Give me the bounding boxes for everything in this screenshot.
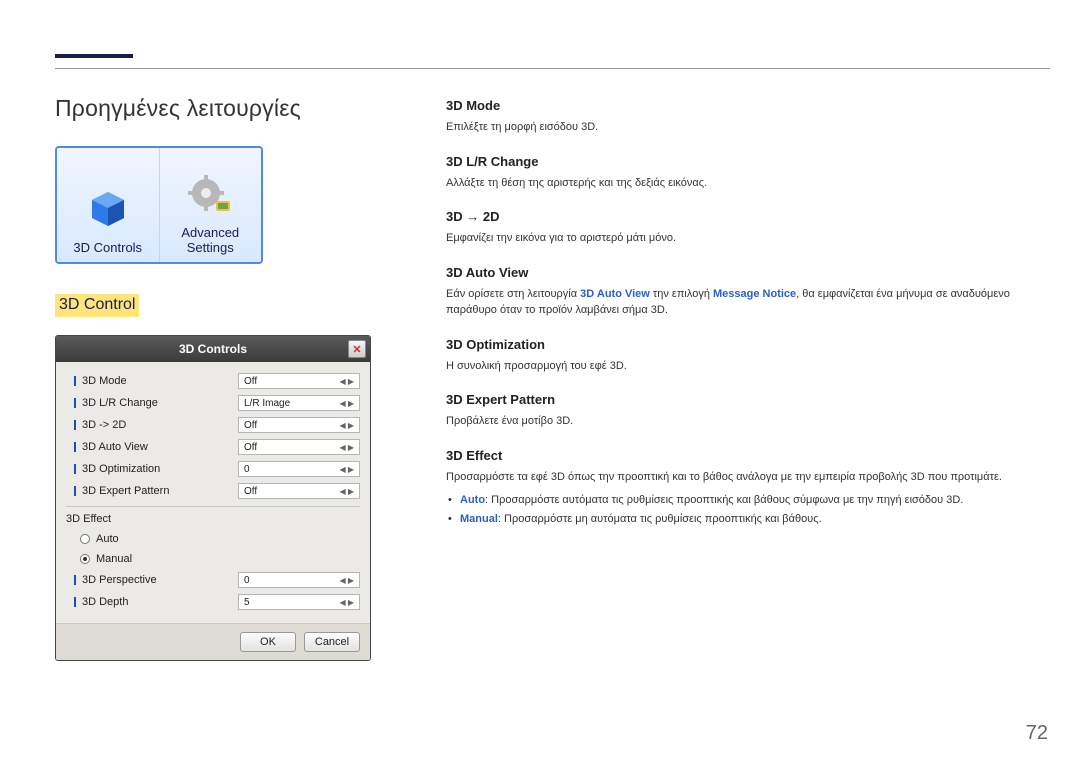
icon-label-line2: Settings (187, 240, 234, 256)
option-row[interactable]: 3D Depth 5◀ ▶ (66, 591, 360, 613)
list-item: Auto: Προσαρμόστε αυτόματα τις ρυθμίσεις… (460, 491, 1050, 510)
option-value[interactable]: L/R Image◀ ▶ (238, 395, 360, 411)
dialog-title: 3D Controls (179, 342, 247, 356)
option-label: 3D Depth (82, 596, 238, 608)
option-row[interactable]: 3D -> 2D Off◀ ▶ (66, 414, 360, 436)
option-row[interactable]: 3D L/R Change L/R Image◀ ▶ (66, 392, 360, 414)
option-value[interactable]: Off◀ ▶ (238, 439, 360, 455)
option-row[interactable]: 3D Auto View Off◀ ▶ (66, 436, 360, 458)
icon-cell-3d-controls[interactable]: 3D Controls (57, 148, 159, 262)
dialog-titlebar: 3D Controls ✕ (56, 336, 370, 362)
option-row[interactable]: 3D Perspective 0◀ ▶ (66, 569, 360, 591)
desc-3d-effect: Προσαρμόστε τα εφέ 3D όπως την προοπτική… (446, 469, 1050, 486)
option-row[interactable]: 3D Mode Off◀ ▶ (66, 370, 360, 392)
desc-3d-expert-pattern: Προβάλετε ένα μοτίβο 3D. (446, 413, 1050, 430)
heading-3d-expert-pattern: 3D Expert Pattern (446, 392, 1050, 407)
dialog-button-bar: OK Cancel (56, 623, 370, 660)
radio-label: Auto (96, 533, 119, 545)
dialog-3d-controls: 3D Controls ✕ 3D Mode Off◀ ▶ 3D L/R Chan… (55, 335, 371, 661)
option-label: 3D L/R Change (82, 397, 238, 409)
option-label: 3D Mode (82, 375, 238, 387)
option-value[interactable]: 5◀ ▶ (238, 594, 360, 610)
radio-manual[interactable]: Manual (66, 549, 360, 569)
header-rule (55, 68, 1050, 69)
desc-3d-to-2d: Εμφανίζει την εικόνα για το αριστερό μάτ… (446, 230, 1050, 247)
heading-3d-auto-view: 3D Auto View (446, 265, 1050, 280)
feature-icon-row: 3D Controls Advanced Setting (55, 146, 263, 264)
left-column: Προηγμένες λειτουργίες 3D Controls (55, 95, 371, 661)
option-label: 3D Expert Pattern (82, 485, 238, 497)
page-number: 72 (1026, 722, 1048, 745)
cube-icon (84, 186, 132, 234)
heading-3d-optimization: 3D Optimization (446, 337, 1050, 352)
gear-icon (186, 171, 234, 219)
desc-3d-auto-view: Εάν ορίσετε στη λειτουργία 3D Auto View … (446, 286, 1050, 319)
option-value[interactable]: Off◀ ▶ (238, 373, 360, 389)
dialog-body: 3D Mode Off◀ ▶ 3D L/R Change L/R Image◀ … (56, 362, 370, 623)
desc-3d-lr-change: Αλλάξτε τη θέση της αριστερής και της δε… (446, 175, 1050, 192)
heading-3d-effect: 3D Effect (446, 448, 1050, 463)
option-value[interactable]: Off◀ ▶ (238, 483, 360, 499)
radio-icon (80, 554, 90, 564)
option-row[interactable]: 3D Expert Pattern Off◀ ▶ (66, 480, 360, 502)
option-label: 3D Optimization (82, 463, 238, 475)
option-row[interactable]: 3D Optimization 0◀ ▶ (66, 458, 360, 480)
option-value[interactable]: 0◀ ▶ (238, 572, 360, 588)
radio-icon (80, 534, 90, 544)
option-value[interactable]: Off◀ ▶ (238, 417, 360, 433)
heading-3d-lr-change: 3D L/R Change (446, 154, 1050, 169)
option-label: 3D -> 2D (82, 419, 238, 431)
close-icon[interactable]: ✕ (348, 340, 366, 358)
radio-auto[interactable]: Auto (66, 529, 360, 549)
right-column: 3D Mode Επιλέξτε τη μορφή εισόδου 3D. 3D… (446, 98, 1050, 528)
heading-3d-mode: 3D Mode (446, 98, 1050, 113)
option-label: 3D Auto View (82, 441, 238, 453)
cancel-button[interactable]: Cancel (304, 632, 360, 652)
icon-label: 3D Controls (73, 240, 142, 256)
desc-3d-optimization: Η συνολική προσαρμογή του εφέ 3D. (446, 358, 1050, 375)
section-label-3d-control: 3D Control (55, 294, 139, 317)
icon-cell-advanced-settings[interactable]: Advanced Settings (159, 148, 262, 262)
list-item: Manual: Προσαρμόστε μη αυτόματα τις ρυθμ… (460, 510, 1050, 529)
desc-3d-mode: Επιλέξτε τη μορφή εισόδου 3D. (446, 119, 1050, 136)
effect-list: Auto: Προσαρμόστε αυτόματα τις ρυθμίσεις… (446, 491, 1050, 528)
ok-button[interactable]: OK (240, 632, 296, 652)
group-3d-effect: 3D Effect (66, 513, 360, 525)
heading-3d-to-2d: 3D → 2D (446, 209, 1050, 224)
header-thick-rule (55, 54, 133, 58)
page-title: Προηγμένες λειτουργίες (55, 95, 371, 122)
radio-label: Manual (96, 553, 132, 565)
option-label: 3D Perspective (82, 574, 238, 586)
icon-label-line1: Advanced (181, 225, 239, 241)
option-value[interactable]: 0◀ ▶ (238, 461, 360, 477)
